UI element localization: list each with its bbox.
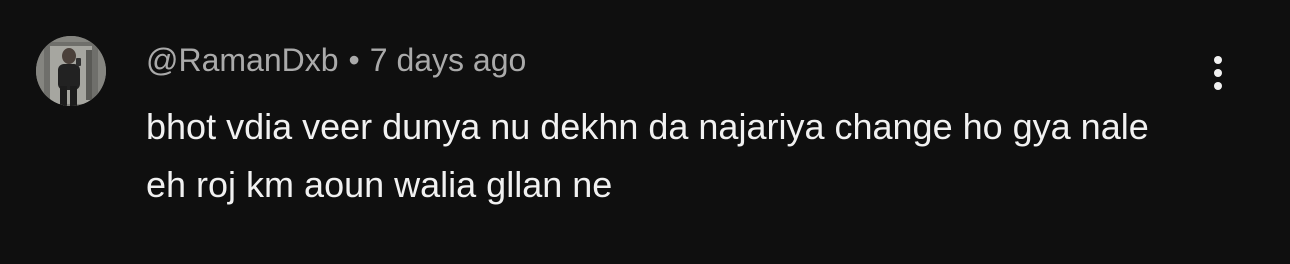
more-vert-icon — [1214, 56, 1222, 64]
more-vert-icon-dot — [1214, 82, 1222, 90]
more-vert-icon-dot — [1214, 69, 1222, 77]
comment-text: bhot vdia veer dunya nu dekhn da najariy… — [146, 106, 1149, 205]
author-handle[interactable]: @RamanDxb — [146, 42, 339, 78]
author-avatar[interactable] — [36, 36, 106, 106]
meta-separator: • — [348, 42, 360, 78]
comment-timestamp[interactable]: 7 days ago — [370, 42, 527, 78]
comment-thread-item: @RamanDxb • 7 days ago bhot vdia veer duny… — [0, 0, 1290, 264]
comment-header: @RamanDxb • 7 days ago — [146, 40, 526, 80]
more-actions-button[interactable] — [1196, 50, 1240, 94]
user-avatar-photo-icon — [36, 36, 106, 106]
